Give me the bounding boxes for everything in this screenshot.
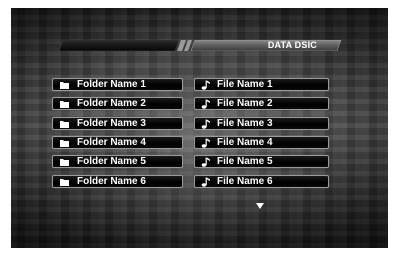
music-note-icon	[200, 99, 212, 109]
folder-item-label: Folder Name 2	[77, 98, 146, 109]
folder-icon	[59, 177, 71, 187]
folder-item-4[interactable]: Folder Name 4	[52, 136, 183, 149]
folder-item-2[interactable]: Folder Name 2	[52, 97, 183, 110]
file-item-label: File Name 6	[217, 176, 273, 187]
folder-item-5[interactable]: Folder Name 5	[52, 155, 183, 168]
music-note-icon	[200, 177, 212, 187]
folder-item-3[interactable]: Folder Name 3	[52, 117, 183, 130]
folder-item-1[interactable]: Folder Name 1	[52, 78, 183, 91]
file-item-3[interactable]: File Name 3	[194, 117, 329, 130]
file-item-5[interactable]: File Name 5	[194, 155, 329, 168]
folder-item-label: Folder Name 3	[77, 118, 146, 129]
folder-item-label: Folder Name 1	[77, 79, 146, 90]
file-item-1[interactable]: File Name 1	[194, 78, 329, 91]
music-note-icon	[200, 119, 212, 129]
folder-item-6[interactable]: Folder Name 6	[52, 175, 183, 188]
music-note-icon	[200, 138, 212, 148]
folder-icon	[59, 80, 71, 90]
file-item-2[interactable]: File Name 2	[194, 97, 329, 110]
music-note-icon	[200, 80, 212, 90]
music-note-icon	[200, 157, 212, 167]
file-item-label: File Name 1	[217, 79, 273, 90]
file-item-4[interactable]: File Name 4	[194, 136, 329, 149]
header-bar: DATA DSIC	[59, 40, 341, 51]
folder-icon	[59, 138, 71, 148]
display-screen: DATA DSIC Folder Name 1 Folder Name 2 Fo…	[11, 8, 388, 248]
folder-icon	[59, 99, 71, 109]
folder-icon	[59, 157, 71, 167]
file-item-label: File Name 3	[217, 118, 273, 129]
folder-item-label: Folder Name 4	[77, 137, 146, 148]
file-item-6[interactable]: File Name 6	[194, 175, 329, 188]
scroll-down-arrow-icon[interactable]	[256, 194, 264, 213]
folder-item-label: Folder Name 5	[77, 156, 146, 167]
folder-item-label: Folder Name 6	[77, 176, 146, 187]
file-item-label: File Name 4	[217, 137, 273, 148]
folder-icon	[59, 119, 71, 129]
file-item-label: File Name 5	[217, 156, 273, 167]
header-title: DATA DSIC	[267, 40, 317, 50]
file-item-label: File Name 2	[217, 98, 273, 109]
